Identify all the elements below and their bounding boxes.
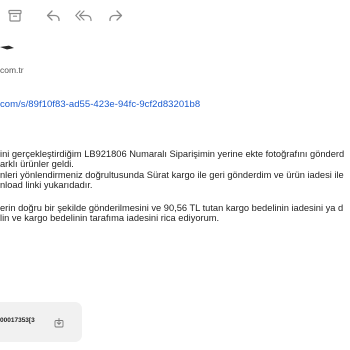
message-link[interactable]: com/s/89f10f83-ad55-423e-94fc-9cf2d83201… xyxy=(0,99,200,110)
message-line: nleri yönlendirmeniz doğrultusunda Sürat… xyxy=(0,169,344,180)
message-paragraph-2: erin doğru bir şekilde gönderilmesini ve… xyxy=(0,203,343,224)
reply-all-button[interactable] xyxy=(75,6,93,24)
message-paragraph-1: ini gerçekleştirdiğim LB921806 Numaralı … xyxy=(0,149,344,191)
message-line: lin ve kargo bedelinin tarafıma iadesini… xyxy=(0,213,220,224)
reply-all-icon xyxy=(75,9,92,21)
sender-email: com.tr xyxy=(0,65,24,75)
message-toolbar xyxy=(0,6,350,24)
sender-name-fragment xyxy=(0,39,20,50)
attachment-download-button[interactable] xyxy=(53,317,65,329)
archive-button[interactable] xyxy=(6,6,24,24)
forward-button[interactable] xyxy=(106,6,124,24)
reply-icon xyxy=(46,9,60,21)
message-line: erin doğru bir şekilde gönderilmesini ve… xyxy=(0,203,344,213)
message-line: arklı ürünler geldi. xyxy=(0,159,74,170)
download-icon xyxy=(54,318,64,328)
message-line: nload linki yukarıdadır. xyxy=(0,180,93,191)
attachment-filename: 00017353[3 xyxy=(0,317,35,324)
reply-button[interactable] xyxy=(44,6,62,24)
attachment-card[interactable]: 00017353[3 xyxy=(0,302,82,342)
forward-icon xyxy=(108,9,122,21)
message-line: ini gerçekleştirdiğim LB921806 Numaralı … xyxy=(0,149,345,159)
archive-icon xyxy=(8,9,22,22)
